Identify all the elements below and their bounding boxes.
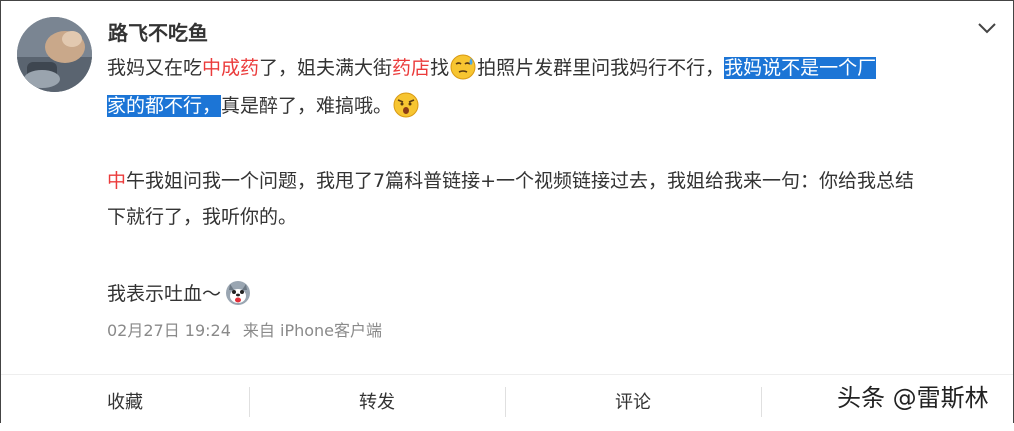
chevron-down-icon[interactable] <box>977 21 997 35</box>
post-paragraph-1: 我妈又在吃中成药了，姐夫满大街药店找 拍照片发群里问我妈行不行，我妈说不是一个厂 <box>107 51 1007 86</box>
post-paragraph-2-line-2: 下就行了，我听你的。 <box>107 200 1007 235</box>
selected-text: 家的都不行， <box>107 95 222 117</box>
repost-button[interactable]: 转发 <box>253 375 501 423</box>
post-text: 我表示吐血～ <box>107 283 222 305</box>
weibo-post-card: 路飞不吃鱼 我妈又在吃中成药了，姐夫满大街药店找 拍照片发群里问我妈行不行，我妈… <box>0 0 1014 423</box>
comment-button[interactable]: 评论 <box>509 375 757 423</box>
post-text: 拍照片发群里问我妈行不行， <box>477 57 725 79</box>
post-paragraph-2: 中午我姐问我一个问题，我甩了7篇科普链接+一个视频链接过去，我姐给我来一句：你给… <box>107 164 1007 199</box>
shocked-emoji-icon <box>393 92 419 118</box>
post-text: 下就行了，我听你的。 <box>107 206 298 228</box>
favorite-button[interactable]: 收藏 <box>1 375 249 423</box>
post-text: 真是醉了，难搞哦。 <box>221 95 393 117</box>
post-text: 我妈又在吃 <box>107 57 203 79</box>
avatar[interactable] <box>17 17 92 92</box>
post-text: 午我姐问我一个问题，我甩了7篇科普链接+一个视频链接过去，我姐给我来一句：你给我… <box>126 170 915 192</box>
post-paragraph-3: 我表示吐血～ <box>107 277 1007 312</box>
husky-spit-blood-emoji-icon <box>226 281 251 305</box>
keyword-link[interactable]: 中 <box>107 170 126 192</box>
post-paragraph-1-line-2: 家的都不行，真是醉了，难搞哦。 <box>107 89 1007 124</box>
post-source[interactable]: 来自 iPhone客户端 <box>243 321 382 340</box>
keyword-link[interactable]: 药店 <box>392 57 430 79</box>
watermark: 头条 @雷斯林 <box>837 384 989 412</box>
divider <box>249 387 250 417</box>
post-text: 找 <box>430 57 450 79</box>
post-meta: 02月27日 19:24 来自 iPhone客户端 <box>107 319 382 343</box>
divider <box>761 387 762 417</box>
keyword-link[interactable]: 中成药 <box>202 57 259 79</box>
divider <box>505 387 506 417</box>
username[interactable]: 路飞不吃鱼 <box>108 20 208 46</box>
post-timestamp[interactable]: 02月27日 19:24 <box>107 321 231 340</box>
sweat-emoji-icon <box>450 54 476 80</box>
selected-text: 我妈说不是一个厂 <box>724 57 877 79</box>
post-text: 了，姐夫满大街 <box>259 57 393 79</box>
avatar-image <box>17 17 92 92</box>
